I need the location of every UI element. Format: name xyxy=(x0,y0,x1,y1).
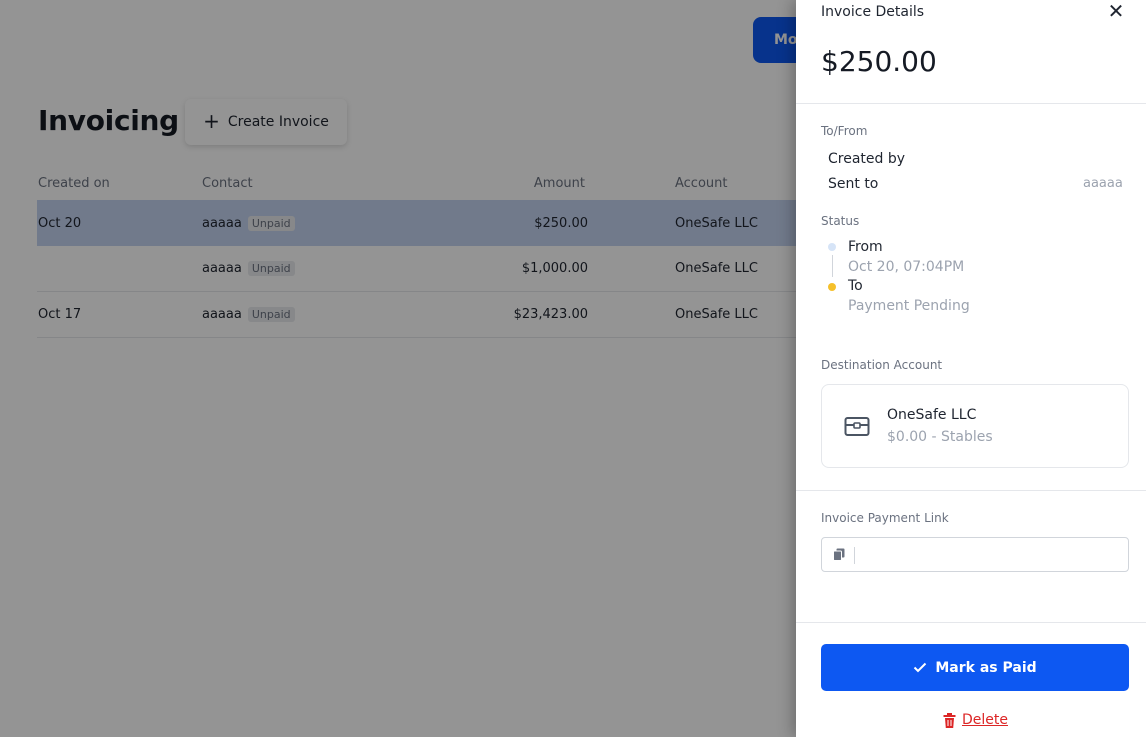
link-separator xyxy=(854,547,855,564)
divider xyxy=(796,103,1146,104)
close-icon[interactable]: ✕ xyxy=(1107,0,1125,22)
destination-account-label: Destination Account xyxy=(821,358,943,372)
mark-as-paid-button[interactable]: Mark as Paid xyxy=(821,644,1129,691)
sent-to-label: Sent to xyxy=(828,176,879,192)
mark-as-paid-label: Mark as Paid xyxy=(935,659,1037,676)
payment-link-input[interactable] xyxy=(860,540,1120,569)
status-from-dot xyxy=(828,243,836,251)
payment-link-label: Invoice Payment Link xyxy=(821,511,949,525)
copy-icon[interactable] xyxy=(833,548,846,561)
account-balance: $0.00 - Stables xyxy=(887,429,993,445)
check-icon xyxy=(914,662,927,673)
status-from-time: Oct 20, 07:04PM xyxy=(848,259,965,275)
status-from: From xyxy=(848,239,883,255)
status-to-dot xyxy=(828,283,836,291)
created-by-label: Created by xyxy=(828,151,906,167)
trash-icon xyxy=(943,712,956,728)
to-from-label: To/From xyxy=(821,124,868,138)
sent-to-value: aaaaa xyxy=(1083,176,1123,191)
divider xyxy=(796,622,1146,623)
invoice-details-drawer: Invoice Details ✕ $250.00 To/From Create… xyxy=(796,0,1146,737)
destination-account-card[interactable]: OneSafe LLC $0.00 - Stables xyxy=(821,384,1129,468)
delete-button[interactable]: Delete xyxy=(943,712,1008,728)
wallet-icon xyxy=(844,417,870,436)
divider xyxy=(796,490,1146,491)
status-label: Status xyxy=(821,214,860,228)
status-timeline-line xyxy=(832,255,833,277)
payment-link-field xyxy=(821,537,1129,572)
status-to: To xyxy=(848,278,863,294)
account-name: OneSafe LLC xyxy=(887,407,977,423)
invoice-amount: $250.00 xyxy=(821,45,937,78)
drawer-title: Invoice Details xyxy=(821,4,925,20)
delete-label: Delete xyxy=(962,712,1008,728)
status-to-state: Payment Pending xyxy=(848,298,970,314)
